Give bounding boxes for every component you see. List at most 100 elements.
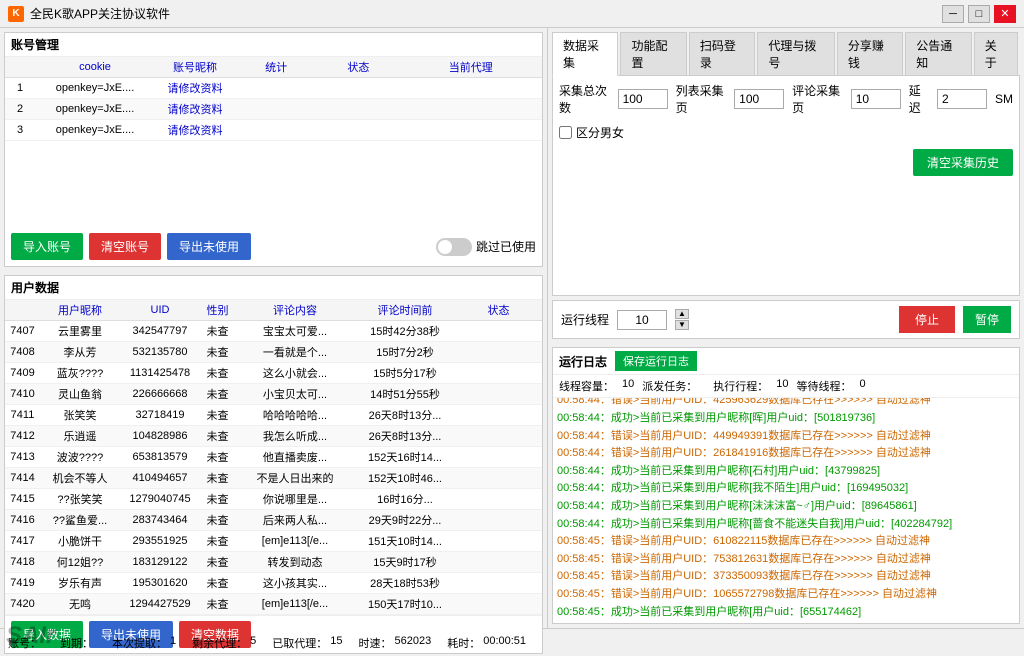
account-col-proxy: 当前代理 — [399, 57, 542, 78]
fetch-val: 1 — [170, 635, 176, 651]
tab-代理与拨号[interactable]: 代理与拨号 — [757, 32, 835, 75]
user-col-nickname: 用户昵称 — [40, 300, 120, 321]
user-row-num: 7414 — [5, 468, 40, 489]
user-row-nickname: 张笑笑 — [40, 405, 120, 426]
user-row-uid: 32718419 — [120, 405, 200, 426]
user-row-comment: [em]e113[/e... — [235, 594, 355, 615]
user-row-nickname: 乐逍遥 — [40, 426, 120, 447]
user-col-gender: 性别 — [200, 300, 235, 321]
thread-control: 运行线程 ▲ ▼ 停止 暂停 — [552, 300, 1020, 339]
log-line: 00:58:44：成功>当前已采集到用户昵称[沫沫沫富~♂]用户uid：[896… — [557, 498, 1015, 516]
user-row-gender: 未查 — [200, 594, 235, 615]
clear-account-button[interactable]: 清空账号 — [89, 233, 161, 260]
user-row-num: 7409 — [5, 363, 40, 384]
user-row-status — [455, 573, 542, 594]
tab-功能配置[interactable]: 功能配置 — [620, 32, 686, 75]
gender-checkbox[interactable] — [559, 126, 572, 139]
user-row-gender: 未查 — [200, 552, 235, 573]
user-row-time: 15时5分17秒 — [355, 363, 455, 384]
user-row-num: 7416 — [5, 510, 40, 531]
user-row-comment: 你说哪里是... — [235, 489, 355, 510]
user-row-num: 7410 — [5, 384, 40, 405]
config-label-comment-page: 评论采集页 — [792, 82, 843, 116]
thread-spinner-up[interactable]: ▲ — [675, 309, 689, 319]
pause-button[interactable]: 暂停 — [963, 306, 1011, 333]
user-table-row: 7410 灵山鱼翁 226666668 未查 小宝贝太可... 14时51分55… — [5, 384, 542, 405]
user-row-comment: 一看就是个... — [235, 342, 355, 363]
user-row-nickname: 机会不等人 — [40, 468, 120, 489]
maximize-button[interactable]: □ — [968, 5, 990, 23]
user-row-comment: 后来两人私... — [235, 510, 355, 531]
user-row-comment: 小宝贝太可... — [235, 384, 355, 405]
user-table: 用户昵称 UID 性别 评论内容 评论时间前 状态 7407 云里雾里 3425… — [5, 300, 542, 615]
tab-扫码登录[interactable]: 扫码登录 — [689, 32, 755, 75]
clear-history-button[interactable]: 清空采集历史 — [913, 149, 1013, 176]
user-row-time: 152天10时46... — [355, 468, 455, 489]
user-row-status — [455, 405, 542, 426]
thread-spinner: ▲ ▼ — [675, 309, 689, 330]
user-table-row: 7419 岁乐有声 195301620 未查 这小孩其实... 28天18时53… — [5, 573, 542, 594]
user-row-uid: 1279040745 — [120, 489, 200, 510]
config-input-list-page[interactable] — [734, 89, 784, 109]
user-row-gender: 未查 — [200, 510, 235, 531]
user-row-time: 29天9时22分... — [355, 510, 455, 531]
account-table-row: 2 openkey=JxE.... 请修改资料 — [5, 99, 542, 120]
user-row-gender: 未查 — [200, 363, 235, 384]
running-label: 执行行程： — [713, 378, 768, 394]
config-input-delay[interactable] — [937, 89, 987, 109]
account-table: cookie 账号昵称 统计 状态 当前代理 1 openkey=JxE....… — [5, 57, 542, 141]
tab-关于[interactable]: 关于 — [974, 32, 1018, 75]
log-line: 00:58:45：错误>当前用户UID：753812631数据库已存在>>>>>… — [557, 551, 1015, 569]
tab-数据采集[interactable]: 数据采集 — [552, 32, 618, 76]
export-unused-account-button[interactable]: 导出未使用 — [167, 233, 251, 260]
log-line: 00:58:44：错误>当前用户UID：425963629数据库已存在>>>>>… — [557, 398, 1015, 410]
app-title: 全民K歌APP关注协议软件 — [30, 5, 170, 22]
user-row-uid: 104828986 — [120, 426, 200, 447]
dispatch-label: 派发任务： — [642, 378, 697, 394]
close-button[interactable]: ✕ — [994, 5, 1016, 23]
import-account-button[interactable]: 导入账号 — [11, 233, 83, 260]
save-log-button[interactable]: 保存运行日志 — [615, 351, 697, 371]
user-col-status: 状态 — [455, 300, 542, 321]
user-row-status — [455, 321, 542, 342]
account-row-proxy — [399, 120, 542, 141]
threads-capacity-val: 10 — [622, 378, 634, 394]
thread-input[interactable] — [617, 310, 667, 330]
account-row-num: 3 — [5, 120, 35, 141]
expire-label: 到期： — [60, 635, 93, 651]
thread-spinner-down[interactable]: ▼ — [675, 320, 689, 330]
log-stats: 线程容量： 10 派发任务： 执行行程： 10 等待线程： 0 — [553, 375, 1019, 398]
config-label-total: 采集总次数 — [559, 82, 610, 116]
account-section: 账号管理 cookie 账号昵称 统计 状态 当前代理 — [4, 32, 543, 267]
user-table-row: 7407 云里雾里 342547797 未查 宝宝太可爱... 15时42分38… — [5, 321, 542, 342]
right-panel: 数据采集功能配置扫码登录代理与拨号分享赚钱公告通知关于 采集总次数 列表采集页 … — [548, 28, 1024, 628]
skip-used-toggle[interactable] — [436, 238, 472, 256]
log-line: 00:58:44：成功>当前已采集到用户昵称[石村]用户uid：[4379982… — [557, 463, 1015, 481]
user-row-num: 7407 — [5, 321, 40, 342]
tab-分享赚钱[interactable]: 分享赚钱 — [837, 32, 903, 75]
log-line: 00:58:45：错误>当前用户UID：610822115数据库已存在>>>>>… — [557, 533, 1015, 551]
status-expire: 到期： — [60, 635, 96, 651]
minimize-button[interactable]: ─ — [942, 5, 964, 23]
user-row-status — [455, 426, 542, 447]
gender-label: 区分男女 — [576, 124, 624, 141]
user-row-uid: 1294427529 — [120, 594, 200, 615]
user-row-status — [455, 531, 542, 552]
status-remaining: 剩余代理： 5 — [192, 635, 256, 651]
user-table-wrapper: 用户昵称 UID 性别 评论内容 评论时间前 状态 7407 云里雾里 3425… — [5, 300, 542, 615]
user-row-time: 14时51分55秒 — [355, 384, 455, 405]
proxy-used-val: 15 — [330, 635, 342, 651]
account-col-stat: 统计 — [235, 57, 317, 78]
config-input-total[interactable] — [618, 89, 668, 109]
tab-公告通知[interactable]: 公告通知 — [905, 32, 971, 75]
account-row-nickname: 请修改资料 — [155, 78, 235, 99]
user-row-time: 152天16时14... — [355, 447, 455, 468]
stop-button[interactable]: 停止 — [899, 306, 955, 333]
user-row-comment: 哈哈哈哈哈... — [235, 405, 355, 426]
log-line: 00:58:44：错误>当前用户UID：449949391数据库已存在>>>>>… — [557, 428, 1015, 446]
user-table-body: 7407 云里雾里 342547797 未查 宝宝太可爱... 15时42分38… — [5, 321, 542, 615]
account-section-title: 账号管理 — [5, 33, 542, 57]
log-line: 00:58:45：错误>当前用户UID：1065572798数据库已存在>>>>… — [557, 586, 1015, 604]
config-input-comment-page[interactable] — [851, 89, 901, 109]
user-row-gender: 未查 — [200, 468, 235, 489]
